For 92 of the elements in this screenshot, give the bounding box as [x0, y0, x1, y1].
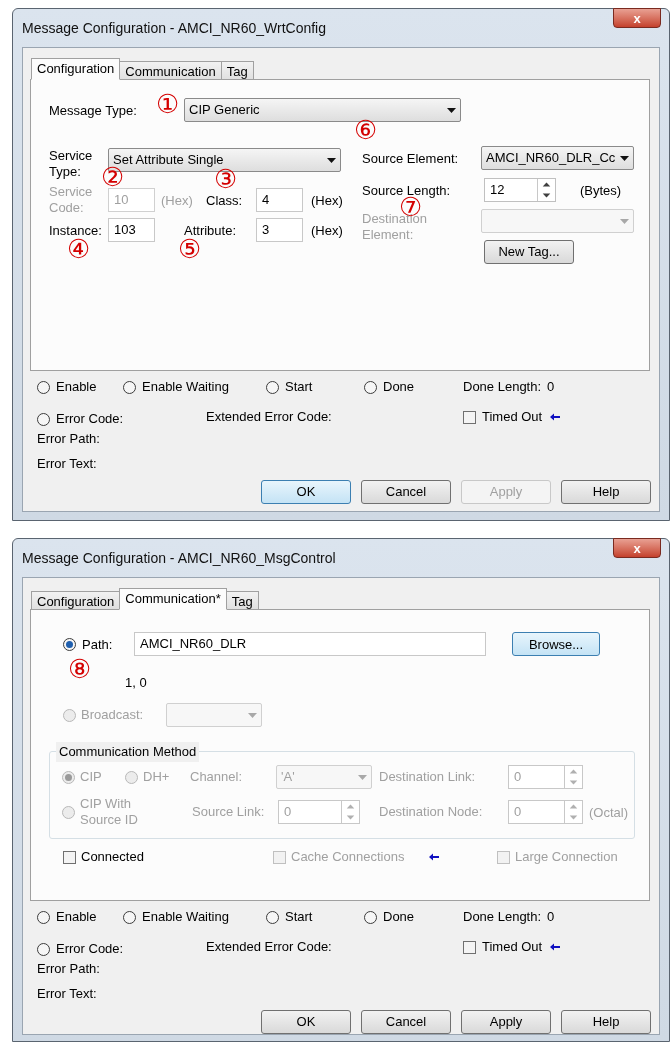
checkbox-label: Timed Out: [482, 409, 543, 425]
field-label: Path:: [82, 637, 113, 652]
path-detail: 1, 0: [125, 675, 147, 690]
field-label: (Hex): [161, 193, 193, 208]
radio-button[interactable]: [37, 380, 50, 394]
radio-button[interactable]: [266, 910, 279, 924]
status-label: Enable: [56, 909, 97, 925]
status-value: 0: [547, 379, 555, 395]
status-label: Done: [383, 909, 415, 925]
callout-number: ⑤: [178, 236, 202, 262]
field-label: Message Type:: [49, 103, 137, 118]
checkbox-label: Cache Connections: [291, 849, 405, 865]
status-label: Done: [383, 379, 415, 395]
field-label: Broadcast:: [81, 707, 145, 723]
status-label: Done Length:: [463, 909, 542, 925]
dialog-button[interactable]: Cancel: [361, 1010, 451, 1034]
class-field[interactable]: 4: [256, 188, 303, 212]
checkbox[interactable]: [63, 850, 76, 864]
group-title: Communication Method: [56, 742, 200, 762]
field-label: Destination Node:: [379, 804, 484, 820]
field-label: (Hex): [311, 223, 343, 238]
field-label: Attribute:: [184, 223, 237, 238]
field-label: CIP With Source ID: [80, 796, 139, 828]
radio-button[interactable]: [364, 910, 377, 924]
callout-number: ④: [67, 236, 91, 262]
status-label: Done Length:: [463, 379, 542, 395]
tab[interactable]: Configuration: [31, 58, 121, 80]
status-label: Enable: [56, 379, 97, 395]
dropdown-caret-icon: [327, 157, 336, 163]
status-label: Error Code:: [56, 411, 124, 427]
radio-button[interactable]: [37, 910, 50, 924]
checkbox-label: Large Connection: [515, 849, 618, 865]
dropdown-caret-icon: [620, 218, 629, 224]
field-label: (Hex): [311, 193, 343, 208]
field-label: Service Type:: [49, 148, 94, 180]
dialog-button[interactable]: OK: [261, 1010, 351, 1034]
instance-field[interactable]: 103: [108, 218, 155, 242]
field-label: CIP: [80, 769, 103, 785]
field-label: Channel:: [190, 769, 244, 785]
path-field[interactable]: AMCI_NR60_DLR: [134, 632, 486, 656]
status-label: Start: [285, 379, 313, 395]
window-title: Message Configuration - AMCI_NR60_WrtConfig: [22, 18, 326, 38]
browse-button[interactable]: Browse...: [512, 632, 600, 657]
checkbox-label: Timed Out: [482, 939, 543, 955]
radio-button[interactable]: [63, 637, 76, 651]
status-label: Start: [285, 909, 313, 925]
field-label: Source Length:: [362, 183, 451, 198]
new-tag-button[interactable]: New Tag...: [484, 239, 574, 264]
radio-button[interactable]: [37, 942, 50, 956]
status-value: 0: [547, 909, 555, 925]
dialog-button[interactable]: Help: [561, 480, 651, 504]
source-element-select[interactable]: AMCI_NR60_DLR_Cc: [481, 146, 634, 170]
dropdown-caret-icon: [248, 712, 257, 718]
field-label: Class:: [206, 193, 243, 208]
dialog-button[interactable]: Cancel: [361, 480, 451, 504]
dialog-button[interactable]: Apply: [461, 1010, 551, 1034]
radio-button[interactable]: [266, 380, 279, 394]
status-label: Error Text:: [37, 985, 97, 1001]
callout-number: ⑧: [68, 656, 92, 682]
field-label: DH+: [143, 769, 170, 785]
checkbox[interactable]: [463, 940, 476, 954]
field-label: Instance:: [49, 223, 102, 238]
status-label: Enable Waiting: [142, 909, 229, 925]
dialog-button[interactable]: Help: [561, 1010, 651, 1034]
status-label: Error Code:: [56, 941, 124, 957]
radio-button[interactable]: [123, 910, 136, 924]
status-label: Extended Error Code:: [206, 939, 333, 955]
attribute-field[interactable]: 3: [256, 218, 303, 242]
checkbox-label: Connected: [81, 849, 144, 865]
radio-button[interactable]: [123, 380, 136, 394]
window-title: Message Configuration - AMCI_NR60_MsgControl: [22, 548, 336, 568]
radio-button[interactable]: [37, 412, 50, 426]
field-label: (Bytes): [580, 183, 622, 198]
spin-field[interactable]: 12: [484, 178, 556, 202]
status-label: Error Path:: [37, 431, 100, 446]
dropdown-caret-icon: [358, 774, 367, 780]
field-label: (Octal): [589, 805, 628, 820]
status-label: Error Text:: [37, 455, 97, 471]
callout-number: ①: [156, 91, 180, 117]
tab[interactable]: Communication*: [119, 588, 227, 610]
checkbox[interactable]: [463, 410, 476, 424]
dialog-button[interactable]: OK: [261, 480, 351, 504]
status-label: Error Path:: [37, 961, 100, 976]
dropdown-caret-icon: [620, 155, 629, 161]
field-label: Service Code:: [49, 184, 94, 216]
radio-button[interactable]: [364, 380, 377, 394]
status-label: Extended Error Code:: [206, 409, 333, 425]
field-label: Source Link:: [192, 804, 266, 820]
dropdown-caret-icon: [447, 107, 456, 113]
field-label: Destination Link:: [379, 769, 477, 785]
field-label: Source Element:: [362, 151, 459, 166]
status-label: Enable Waiting: [142, 379, 229, 395]
